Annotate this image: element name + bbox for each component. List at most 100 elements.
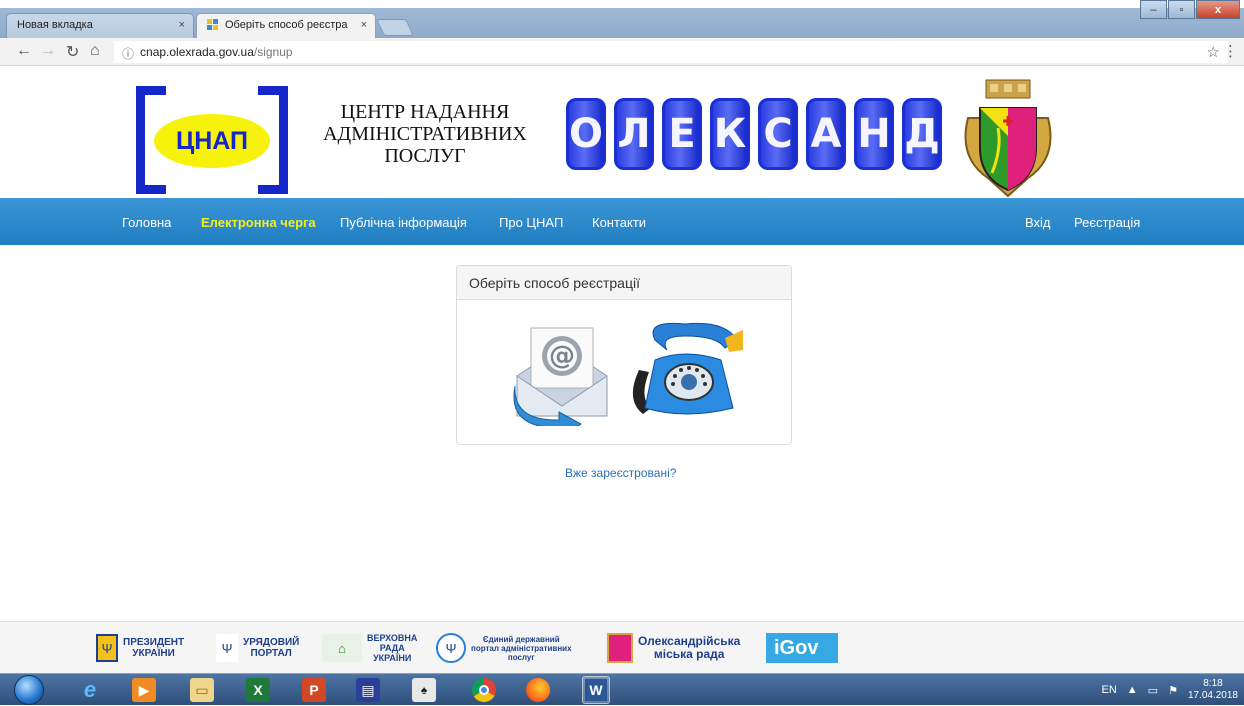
footer-link-label: Єдиний державний — [482, 634, 560, 644]
save-disk-icon[interactable]: ▤ — [356, 678, 380, 702]
igov-logo: iGov — [766, 633, 839, 663]
tab-close-icon[interactable]: × — [179, 19, 185, 31]
svg-text:@: @ — [549, 341, 575, 371]
footer-link-label: iGov — [774, 636, 819, 659]
background-document-strip — [0, 0, 1244, 8]
footer-link-label: ПОРТАЛ — [250, 648, 292, 659]
center-title-line: ПОСЛУГ — [384, 145, 466, 167]
nav-register[interactable]: Реєстрація — [1074, 215, 1140, 230]
media-player-icon[interactable]: ▶ — [132, 678, 156, 702]
chrome-icon[interactable] — [472, 678, 496, 702]
main-navbar: Головна Електронна черга Публічна інформ… — [0, 198, 1244, 245]
footer-link-label: послуг — [507, 652, 535, 662]
coat-of-arms-icon — [964, 79, 1052, 198]
footer-link-label: міська рада — [653, 647, 725, 661]
site-header: ЦНАП ЦЕНТР НАДАННЯ АДМІНІСТРАТИВНИХ ПОСЛ… — [0, 66, 1244, 198]
city-letter: Д — [902, 98, 942, 170]
nav-home[interactable]: Головна — [122, 215, 171, 230]
clock[interactable]: 8:18 17.04.2018 — [1188, 678, 1238, 702]
word-icon[interactable]: W — [582, 676, 610, 704]
site-footer: Ψ ПРЕЗИДЕНТ УКРАЇНИ Ψ УРЯДОВИЙ ПОРТАЛ ⌂ ВЕ… — [0, 621, 1244, 673]
tab-signup[interactable]: Оберіть способ реєстра × — [196, 13, 376, 38]
footer-link-label: ВЕРХОВНА — [367, 633, 418, 643]
parliament-building-icon: ⌂ — [322, 634, 362, 662]
browser-tab-bar: Новая вкладка × Оберіть способ реєстра × — [0, 8, 1244, 38]
city-letter: К — [710, 98, 750, 170]
footer-link-label: УРЯДОВИЙ — [243, 637, 300, 648]
trident-icon: Ψ — [436, 633, 466, 663]
footer-link-admin-portal[interactable]: Ψ Єдиний державний портал адміністративни… — [436, 622, 572, 674]
city-letter: А — [806, 98, 846, 170]
panel-heading: Оберіть способ реєстрації — [457, 266, 791, 300]
city-letter: Н — [854, 98, 894, 170]
footer-link-igov[interactable]: iGov — [766, 622, 839, 674]
nav-contacts[interactable]: Контакти — [592, 215, 646, 230]
close-window-button[interactable]: x — [1196, 0, 1240, 19]
footer-link-label: УКРАЇНИ — [373, 653, 412, 663]
home-icon[interactable]: ⌂ — [90, 42, 100, 60]
firefox-icon[interactable] — [526, 678, 550, 702]
registration-method-panel: Оберіть способ реєстрації @ — [456, 265, 792, 445]
cnap-logo[interactable]: ЦНАП — [136, 86, 288, 194]
nav-about[interactable]: Про ЦНАП — [499, 215, 563, 230]
start-button[interactable] — [14, 675, 44, 705]
new-tab-button[interactable] — [376, 19, 414, 36]
minimize-button[interactable]: – — [1140, 0, 1167, 19]
powerpoint-icon[interactable]: P — [302, 678, 326, 702]
footer-link-label: УКРАЇНИ — [132, 648, 175, 659]
network-icon[interactable]: ▭ — [1148, 684, 1158, 697]
center-title: ЦЕНТР НАДАННЯ АДМІНІСТРАТИВНИХ ПОСЛУГ — [305, 101, 545, 167]
nav-login[interactable]: Вхід — [1025, 215, 1051, 230]
back-arrow-icon[interactable]: ← — [16, 42, 32, 60]
window-controls: – ▫ x — [1140, 0, 1240, 19]
city-letter: Л — [614, 98, 654, 170]
file-manager-icon[interactable]: ▭ — [190, 678, 214, 702]
footer-link-label: РАДА — [379, 643, 405, 653]
email-icon[interactable]: @ — [507, 316, 617, 426]
forward-arrow-icon[interactable]: → — [40, 42, 56, 60]
bookmark-star-icon[interactable]: ☆ — [1207, 43, 1220, 61]
center-title-line: ЦЕНТР НАДАННЯ — [340, 101, 510, 123]
info-icon[interactable]: ⓘ — [122, 45, 134, 63]
language-indicator[interactable]: EN — [1101, 684, 1116, 696]
nav-public-info[interactable]: Публічна інформація — [340, 215, 467, 230]
clock-date: 17.04.2018 — [1187, 690, 1238, 701]
browser-menu-icon[interactable]: ⋮ — [1223, 42, 1238, 60]
tab-new-tab[interactable]: Новая вкладка × — [6, 13, 194, 38]
clock-time: 8:18 — [1203, 678, 1223, 689]
url-path: /signup — [253, 45, 293, 59]
url-host: cnap.olexrada.gov.ua — [140, 45, 254, 59]
footer-link-president[interactable]: Ψ ПРЕЗИДЕНТ УКРАЇНИ — [96, 622, 184, 674]
tab-title: Новая вкладка — [17, 19, 93, 31]
city-letter: С — [758, 98, 798, 170]
excel-icon[interactable]: X — [246, 678, 270, 702]
coat-of-arms-icon — [607, 633, 633, 663]
already-registered-link[interactable]: Вже зареєстровані? — [565, 466, 676, 480]
reload-icon[interactable]: ↻ — [66, 42, 79, 62]
nav-electronic-queue[interactable]: Електронна черга — [201, 215, 316, 230]
trident-icon: Ψ — [216, 634, 238, 662]
city-letter: О — [566, 98, 606, 170]
site-favicon-icon — [207, 19, 219, 31]
tray-expand-icon[interactable]: ▲ — [1127, 684, 1138, 696]
center-title-line: АДМІНІСТРАТИВНИХ — [323, 123, 527, 145]
action-center-flag-icon[interactable]: ⚑ — [1168, 684, 1178, 697]
city-letter: Е — [662, 98, 702, 170]
tab-close-icon[interactable]: × — [361, 19, 367, 31]
maximize-button[interactable]: ▫ — [1168, 0, 1195, 19]
ie-icon[interactable]: e — [78, 677, 102, 702]
footer-link-city-council[interactable]: Олександрійська міська рада — [607, 622, 740, 674]
logo-text: ЦНАП — [154, 114, 270, 168]
footer-link-gov-portal[interactable]: Ψ УРЯДОВИЙ ПОРТАЛ — [216, 622, 299, 674]
solitaire-icon[interactable]: ♠ — [412, 678, 436, 702]
footer-link-label: Олександрійська — [638, 634, 741, 648]
city-name-logo: О Л Е К С А Н Д — [566, 98, 942, 178]
footer-link-label: портал адміністративних — [471, 643, 572, 653]
browser-toolbar: ← → ↻ ⌂ ⓘ cnap.olexrada.gov.ua/signup ☆ … — [0, 38, 1244, 66]
system-tray: EN ▲ ▭ ⚑ 8:18 17.04.2018 — [1101, 674, 1238, 706]
footer-link-rada[interactable]: ⌂ ВЕРХОВНА РАДА УКРАЇНИ — [322, 622, 417, 674]
footer-link-label: ПРЕЗИДЕНТ — [123, 637, 185, 648]
tab-title: Оберіть способ реєстра — [225, 19, 348, 31]
phone-icon[interactable] — [625, 320, 747, 420]
url-input[interactable]: ⓘ cnap.olexrada.gov.ua/signup — [114, 41, 1228, 63]
